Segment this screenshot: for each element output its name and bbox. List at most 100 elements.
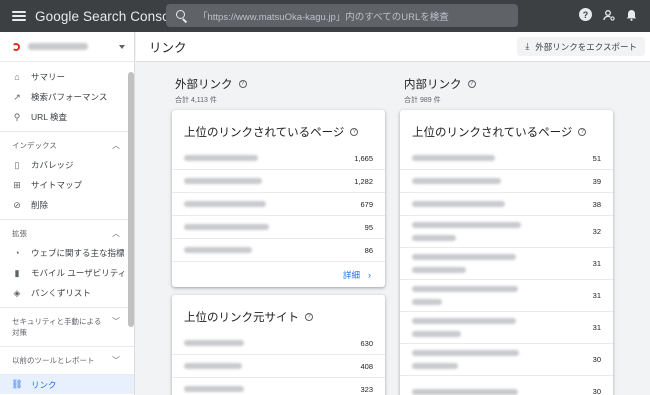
chevron-right-icon: › <box>368 270 371 280</box>
row-count: 95 <box>364 222 373 232</box>
search-input[interactable]: 「https://www.matsuOka-kagu.jp」内のすべてのURLを… <box>198 9 449 23</box>
row-count: 51 <box>592 153 601 163</box>
sidebar-item-summary[interactable]: ⌂ サマリー <box>0 67 134 87</box>
chevron-up-icon: ︿ <box>112 229 120 238</box>
row-url[interactable] <box>412 254 517 260</box>
table-row[interactable]: 39 <box>400 170 613 193</box>
help-icon[interactable]: ? <box>578 128 587 136</box>
row-count: 1,665 <box>354 153 373 163</box>
chevron-up-icon: ︿ <box>112 141 120 150</box>
export-external-links-button[interactable]: ⤓ 外部リンクをエクスポート <box>517 37 645 56</box>
chevron-down-icon[interactable] <box>119 44 125 49</box>
row-url[interactable] <box>412 201 506 207</box>
row-url[interactable] <box>412 388 518 395</box>
external-links-title: 外部リンク <box>175 79 233 91</box>
row-url[interactable] <box>184 178 263 184</box>
external-links-column: 外部リンク? 合計 4,113 件 <box>175 76 387 105</box>
table-row[interactable]: 51 <box>400 147 613 170</box>
sidebar-item-links[interactable]: ⛓ リンク <box>0 374 134 394</box>
table-row[interactable]: 1,282 <box>172 170 385 193</box>
home-icon: ⌂ <box>14 72 20 82</box>
file-icon: ▯ <box>14 159 20 170</box>
sidebar-item-removals[interactable]: ⊘ 削除 <box>0 195 134 215</box>
row-count: 86 <box>364 245 373 255</box>
row-url[interactable] <box>184 340 244 346</box>
card-title: 上位のリンクされているページ <box>412 127 573 139</box>
help-icon[interactable]: ? <box>305 313 313 321</box>
row-url[interactable] <box>412 222 521 228</box>
external-links-total: 合計 4,113 件 <box>175 97 217 104</box>
section-legacy-tools[interactable]: 以前のツールとレポート ﹀ <box>0 346 134 374</box>
help-icon[interactable]: ? <box>467 80 476 88</box>
card-title: 上位のリンク元サイト <box>184 312 299 324</box>
chevron-down-icon: ﹀ <box>112 356 120 365</box>
table-row[interactable]: 630 <box>172 332 385 355</box>
sidebar-item-core-web-vitals[interactable]: ◔ ウェブに関する主な指標 <box>0 243 134 263</box>
internal-links-total: 合計 989 件 <box>404 97 441 104</box>
trending-icon: ↗ <box>13 91 21 102</box>
row-url[interactable] <box>184 155 258 161</box>
account-settings-icon[interactable] <box>602 8 615 21</box>
sidebar-item-url-inspection[interactable]: ⚲ URL 検査 <box>0 107 134 127</box>
sidebar-item-performance[interactable]: ↗ 検索パフォーマンス <box>0 87 134 107</box>
row-count: 31 <box>592 291 601 300</box>
row-url-continued <box>412 363 459 369</box>
row-url[interactable] <box>412 318 517 324</box>
sidebar-item-coverage[interactable]: ▯ カバレッジ <box>0 155 134 175</box>
row-count: 323 <box>360 384 373 394</box>
row-url[interactable] <box>412 286 518 292</box>
row-count: 30 <box>592 355 601 364</box>
row-url[interactable] <box>184 224 269 230</box>
table-row[interactable]: 1,665 <box>172 147 385 170</box>
details-link[interactable]: 詳細 › <box>172 262 385 288</box>
table-row[interactable]: 95 <box>172 216 385 239</box>
table-row[interactable]: 30 <box>400 376 613 395</box>
property-selector[interactable] <box>0 32 134 62</box>
table-row[interactable]: 38 <box>400 193 613 216</box>
sidebar-item-sitemaps[interactable]: ⊞ サイトマップ <box>0 175 134 195</box>
section-index[interactable]: インデックス ︿ <box>0 131 134 155</box>
external-top-linking-sites-card: 上位のリンク元サイト? 630 408 323 <box>172 295 385 395</box>
section-security[interactable]: セキュリティと手動による対策 ﹀ <box>0 307 134 342</box>
search-icon: ⚲ <box>13 111 21 122</box>
table-row[interactable]: 31 <box>400 248 613 280</box>
row-url-continued <box>412 267 466 273</box>
row-url[interactable] <box>184 201 266 207</box>
row-url-continued <box>412 331 461 337</box>
main-content: リンク ⤓ 外部リンクをエクスポート 外部リンク? 合計 4,113 件 上位の… <box>136 32 650 395</box>
help-icon[interactable]: ? <box>579 8 592 21</box>
row-count: 32 <box>592 227 601 236</box>
table-row[interactable]: 408 <box>172 355 385 378</box>
help-icon[interactable]: ? <box>350 128 359 136</box>
table-row[interactable]: 31 <box>400 312 613 344</box>
sitemap-icon: ⊞ <box>13 179 21 190</box>
row-url[interactable] <box>412 350 520 356</box>
table-row[interactable]: 323 <box>172 378 385 395</box>
row-count: 1,282 <box>354 176 373 186</box>
sidebar-item-mobile-usability[interactable]: ▮ モバイル ユーザビリティ <box>0 263 134 283</box>
row-url[interactable] <box>184 386 244 392</box>
table-row[interactable]: 86 <box>172 239 385 262</box>
table-row[interactable]: 30 <box>400 344 613 376</box>
table-row[interactable]: 679 <box>172 193 385 216</box>
row-url[interactable] <box>412 178 501 184</box>
top-app-bar: Google Search Console 「https://www.matsu… <box>0 0 650 32</box>
table-row[interactable]: 31 <box>400 280 613 312</box>
table-row[interactable]: 32 <box>400 216 613 248</box>
page-header: リンク ⤓ 外部リンクをエクスポート <box>136 32 650 62</box>
row-url[interactable] <box>412 155 496 161</box>
sidebar-item-breadcrumbs[interactable]: ◈ パンくずリスト <box>0 283 134 303</box>
section-enhancements[interactable]: 拡張 ︿ <box>0 219 134 243</box>
row-url[interactable] <box>184 363 243 369</box>
chevron-down-icon: ﹀ <box>112 317 120 326</box>
menu-icon[interactable] <box>12 11 26 21</box>
help-icon[interactable]: ? <box>238 80 247 88</box>
row-url[interactable] <box>184 247 252 253</box>
row-count: 630 <box>360 338 373 348</box>
property-name <box>28 43 88 50</box>
app-title[interactable]: Google Search Console <box>35 9 180 24</box>
notifications-icon[interactable] <box>625 8 638 21</box>
url-inspection-search[interactable]: 「https://www.matsuOka-kagu.jp」内のすべてのURLを… <box>166 4 518 27</box>
sidebar-scrollbar[interactable] <box>128 72 134 327</box>
row-count: 31 <box>592 259 601 268</box>
